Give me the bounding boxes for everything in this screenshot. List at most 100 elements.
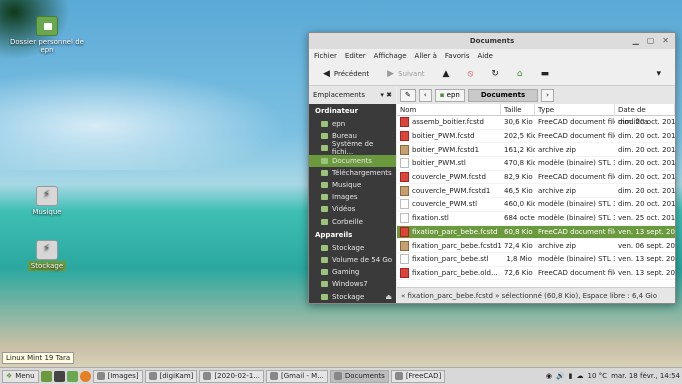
file-row[interactable]: fixation.stl 684 octetsmodèle (binaire) S… <box>397 212 675 226</box>
file-row[interactable]: fixation_parc_bebe.fcstd1 72,4 Kio archive… <box>397 239 675 253</box>
column-date[interactable]: Date de modifica <box>615 104 675 126</box>
path-next-button[interactable]: › <box>541 88 554 102</box>
sidebar-item-volume[interactable]: Volume de 54 Go <box>309 254 396 266</box>
arrow-up-icon: ▲ <box>442 68 450 79</box>
file-date: dim. 20 oct. 2019 <box>618 159 675 168</box>
task-button[interactable]: [Images] <box>92 369 143 383</box>
task-button[interactable]: [FreeCAD] <box>390 369 446 383</box>
back-label: Précédent <box>333 69 370 78</box>
app-icon <box>203 372 212 380</box>
volume-icon[interactable]: 🔊 <box>556 372 565 380</box>
sidebar-item-epn[interactable]: epn <box>309 118 396 130</box>
computer-button[interactable]: ▬ <box>535 69 556 79</box>
menu-aide[interactable]: Aide <box>478 52 493 60</box>
desktop-icon-stockage[interactable]: Stockage <box>8 240 86 271</box>
chevron-down-icon[interactable]: ▾ ✖ <box>380 91 392 99</box>
sidebar-item-label: Images <box>332 193 358 202</box>
path-crumb-epn[interactable]: ▪ epn <box>434 88 465 102</box>
firefox-icon[interactable] <box>79 370 91 382</box>
window-title: Documents <box>469 37 515 45</box>
sidebar-item-videos[interactable]: Vidéos <box>309 203 396 215</box>
weather-temp[interactable]: 10 °C <box>588 372 608 380</box>
eject-icon[interactable]: ⏏ <box>385 293 396 301</box>
column-type[interactable]: Type <box>535 104 615 115</box>
file-doc-icon <box>400 213 409 224</box>
file-row[interactable]: boitier_PWM.fcstd1 161,2 Kio archive zip di… <box>397 143 675 158</box>
battery-icon[interactable]: ▮ <box>569 372 573 380</box>
sidebar-item-filesystem[interactable]: Système de fichi... <box>309 140 396 156</box>
window-titlebar[interactable]: Documents ▁ ▢ ✕ <box>309 33 675 49</box>
sidebar-section-title: Ordinateur <box>315 107 359 115</box>
file-row[interactable]: fixation_parc_bebe.old... 72,6 Kio FreeCAD… <box>397 267 675 281</box>
path-prev-button[interactable]: ‹ <box>418 88 432 102</box>
weather-icon[interactable]: ☁ <box>577 372 584 380</box>
mint-logo-icon: ❖ <box>6 372 13 380</box>
path-crumb-documents[interactable]: Documents <box>467 88 539 102</box>
up-button[interactable]: ▲ <box>437 69 456 79</box>
menu-fichier[interactable]: Fichier <box>314 52 337 60</box>
show-desktop-icon[interactable] <box>40 370 52 382</box>
minimize-icon[interactable]: ▁ <box>633 33 639 49</box>
sidebar-item-label: Stockage <box>332 292 365 301</box>
forward-button[interactable]: ▶ Suivant <box>381 69 430 79</box>
sidebar-item-gaming[interactable]: Gaming <box>309 266 396 278</box>
sidebar-item-telechargements[interactable]: Téléchargements <box>309 167 396 179</box>
file-name: fixation_parc_bebe.fcstd1 <box>412 241 501 250</box>
task-button[interactable]: Documents <box>329 369 389 383</box>
clock[interactable]: mar. 18 févr., 14:54 <box>611 372 680 380</box>
file-row[interactable]: boitier_PWM.stl 470,8 Kio modèle (binaire)… <box>397 157 675 171</box>
sidebar-item-label: Windows7 <box>332 280 368 289</box>
network-icon[interactable]: ◉ <box>546 372 552 380</box>
file-row[interactable]: couvercle_PWM.fcstd 82,9 Kio FreeCAD docum… <box>397 171 675 185</box>
folder-icon <box>321 194 328 201</box>
sidebar-item-images[interactable]: Images <box>309 191 396 203</box>
back-button[interactable]: ◀ Précédent <box>317 69 375 79</box>
folder-icon <box>321 133 328 140</box>
file-row[interactable]: couvercle_PWM.stl 460,0 Kio modèle (binair… <box>397 198 675 212</box>
task-button[interactable]: [Gmail - M... <box>266 369 328 383</box>
desktop-icon-musique[interactable]: Musique <box>8 186 86 216</box>
sidebar-item-windows7[interactable]: Windows7 <box>309 278 396 290</box>
files-icon[interactable] <box>66 370 78 382</box>
file-row[interactable]: boitier_PWM.fcstd 202,5 Kio FreeCAD docume… <box>397 130 675 144</box>
task-button[interactable]: [digiKam] <box>144 369 198 383</box>
taskbar: ❖ Menu [Images] [digiKam] [2020-02-1... [Gm… <box>0 367 682 384</box>
app-icon <box>333 372 342 380</box>
sidebar-item-stockage-2[interactable]: Stockage ⏏ <box>309 290 396 302</box>
terminal-icon[interactable] <box>53 370 65 382</box>
task-button[interactable]: [2020-02-1... <box>199 369 265 383</box>
app-icon <box>96 372 105 380</box>
file-row[interactable]: couvercle_PWM.fcstd1 46,5 Kio archive zip d… <box>397 184 675 199</box>
menu-editer[interactable]: Editer <box>345 52 366 60</box>
menu-favoris[interactable]: Favoris <box>445 52 470 60</box>
reload-button[interactable]: ↻ <box>485 69 505 79</box>
maximize-icon[interactable]: ▢ <box>647 33 655 49</box>
column-nom[interactable]: Nom <box>397 104 501 115</box>
drive-icon <box>321 269 328 276</box>
menu-aller[interactable]: Aller à <box>415 52 437 60</box>
usb-drive-icon <box>36 240 58 260</box>
menu-affichage[interactable]: Affichage <box>374 52 407 60</box>
stop-button[interactable]: ⦸ <box>461 69 479 79</box>
file-name: boitier_PWM.stl <box>412 159 466 168</box>
toolbar-more-button[interactable]: ▾ <box>650 69 667 79</box>
file-row[interactable]: assemb_boitier.fcstd 30,6 Kio FreeCAD docu… <box>397 116 675 130</box>
toggle-location-button[interactable]: ✎ <box>400 88 416 102</box>
column-taille[interactable]: Taille <box>501 104 535 115</box>
menu-button[interactable]: ❖ Menu <box>2 369 39 383</box>
file-row[interactable]: fixation_parc_bebe.fcstd 60,8 Kio FreeCAD … <box>397 225 675 240</box>
file-row[interactable]: fixation_parc_bebe.stl 1,8 Mio modèle (bin… <box>397 253 675 267</box>
sidebar-header[interactable]: Emplacements ▾ ✖ <box>309 86 396 104</box>
close-icon[interactable]: ✕ <box>662 33 669 49</box>
stop-icon: ⦸ <box>467 68 474 79</box>
sidebar-item-musique[interactable]: Musique <box>309 179 396 191</box>
sidebar: Emplacements ▾ ✖ Ordinateur epn Bureau S… <box>309 86 396 303</box>
drive-icon <box>321 281 328 288</box>
file-size: 30,6 Kio <box>504 118 533 127</box>
file-name: couvercle_PWM.stl <box>412 200 478 209</box>
desktop-icon-label: Stockage <box>27 261 67 271</box>
home-button[interactable]: ⌂ <box>511 69 529 79</box>
sidebar-item-corbeille[interactable]: Corbeille <box>309 216 396 228</box>
sidebar-item-stockage[interactable]: Stockage <box>309 242 396 254</box>
desktop-icon-home[interactable]: Dossier personnel de epn <box>8 16 86 54</box>
